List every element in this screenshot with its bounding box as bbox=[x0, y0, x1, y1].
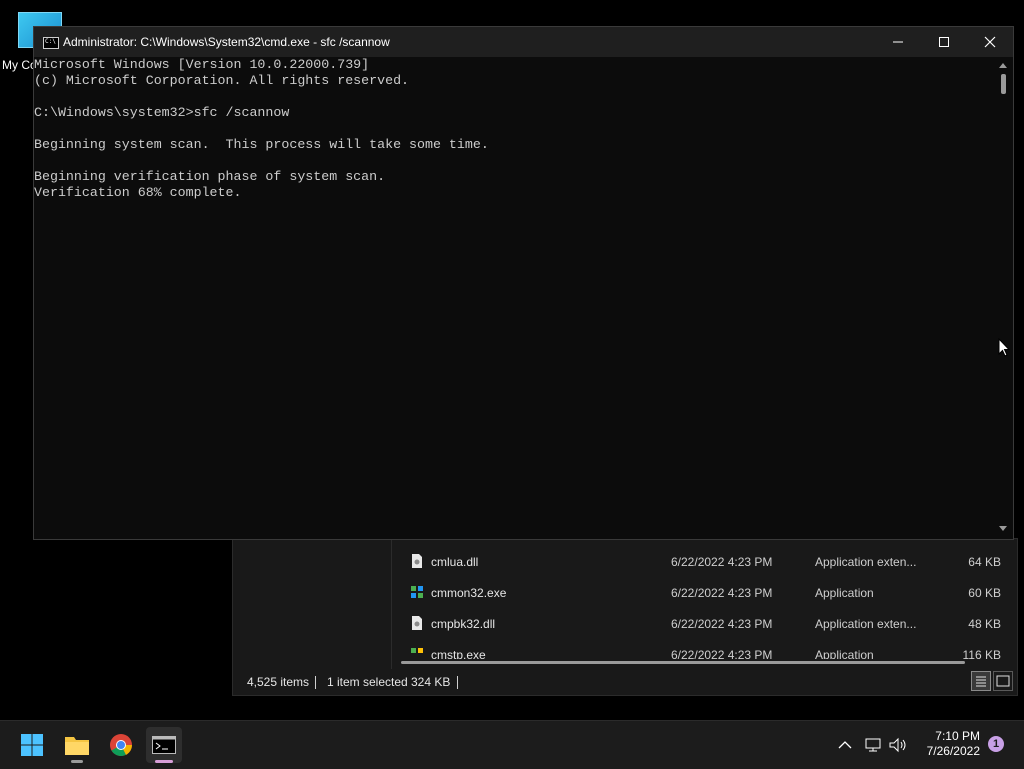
status-divider bbox=[315, 676, 316, 689]
file-type: Application exten... bbox=[815, 617, 917, 631]
file-type: Application bbox=[815, 586, 874, 600]
clock[interactable]: 7:10 PM 7/26/2022 bbox=[912, 729, 980, 759]
network-button[interactable] bbox=[862, 721, 884, 769]
file-row[interactable]: cmlua.dll 6/22/2022 4:23 PM Application … bbox=[393, 547, 1013, 578]
file-name: cmstp.exe bbox=[431, 648, 486, 659]
minimize-button[interactable] bbox=[875, 27, 921, 57]
console-line: Microsoft Windows [Version 10.0.22000.73… bbox=[34, 57, 370, 72]
file-name: cmpbk32.dll bbox=[431, 617, 496, 631]
cmd-window[interactable]: Administrator: C:\Windows\System32\cmd.e… bbox=[33, 26, 1014, 540]
terminal-taskbar-button[interactable] bbox=[146, 727, 182, 763]
large-icons-view-icon bbox=[996, 675, 1010, 687]
file-row[interactable]: cmpbk32.dll 6/22/2022 4:23 PM Applicatio… bbox=[393, 609, 1013, 640]
chevron-up-icon bbox=[838, 741, 852, 749]
cmd-icon bbox=[43, 37, 59, 49]
file-date: 6/22/2022 4:23 PM bbox=[671, 648, 773, 659]
dll-file-icon bbox=[412, 616, 422, 630]
window-title: Administrator: C:\Windows\System32\cmd.e… bbox=[63, 35, 390, 49]
status-divider bbox=[457, 676, 458, 689]
console-line: Verification 68% complete. bbox=[34, 185, 242, 200]
folder-icon bbox=[65, 737, 89, 755]
explorer-nav-pane bbox=[233, 539, 392, 669]
taskbar: 7:10 PM 7/26/2022 bbox=[0, 720, 1024, 769]
file-size: 64 KB bbox=[968, 555, 1001, 569]
speaker-icon bbox=[889, 737, 906, 753]
file-explorer-taskbar-button[interactable] bbox=[59, 727, 95, 763]
file-date: 6/22/2022 4:23 PM bbox=[671, 555, 773, 569]
desktop-icon-label: My Co bbox=[2, 58, 37, 72]
console-line: (c) Microsoft Corporation. All rights re… bbox=[34, 73, 410, 88]
file-name: cmmon32.exe bbox=[431, 586, 507, 600]
file-type: Application bbox=[815, 648, 874, 659]
selected-size: 324 KB bbox=[411, 675, 451, 689]
start-button[interactable] bbox=[14, 727, 50, 763]
clock-date: 7/26/2022 bbox=[926, 744, 980, 758]
file-date: 6/22/2022 4:23 PM bbox=[671, 617, 773, 631]
file-size: 60 KB bbox=[968, 586, 1001, 600]
explorer-horizontal-scrollbar[interactable] bbox=[401, 661, 965, 664]
item-count: 4,525 items bbox=[247, 675, 310, 689]
clock-time: 7:10 PM bbox=[935, 729, 980, 743]
close-icon bbox=[984, 36, 996, 48]
large-icons-view-button[interactable] bbox=[993, 671, 1013, 691]
details-view-icon bbox=[976, 676, 986, 687]
network-icon bbox=[865, 738, 881, 752]
active-indicator bbox=[155, 760, 173, 763]
console-output[interactable]: Microsoft Windows [Version 10.0.22000.73… bbox=[34, 57, 994, 537]
selected-count: 1 item selected bbox=[327, 675, 408, 689]
file-date: 6/22/2022 4:23 PM bbox=[671, 586, 773, 600]
cmd-titlebar[interactable]: Administrator: C:\Windows\System32\cmd.e… bbox=[34, 27, 1013, 57]
dll-file-icon bbox=[412, 554, 422, 568]
explorer-file-list: cmlua.dll 6/22/2022 4:23 PM Application … bbox=[393, 547, 1013, 659]
file-explorer-window: cmlua.dll 6/22/2022 4:23 PM Application … bbox=[232, 538, 1018, 696]
chrome-taskbar-button[interactable] bbox=[103, 727, 139, 763]
maximize-icon bbox=[939, 37, 949, 47]
file-row[interactable]: cmmon32.exe 6/22/2022 4:23 PM Applicatio… bbox=[393, 578, 1013, 609]
mouse-cursor-icon bbox=[998, 338, 1010, 357]
scroll-up-arrow-icon[interactable] bbox=[999, 63, 1007, 68]
console-line: Beginning verification phase of system s… bbox=[34, 169, 386, 184]
scroll-thumb[interactable] bbox=[1001, 74, 1006, 94]
cmd-icon bbox=[152, 736, 176, 754]
file-name: cmlua.dll bbox=[431, 555, 479, 569]
running-indicator bbox=[71, 760, 83, 763]
show-hidden-icons-button[interactable] bbox=[834, 721, 856, 769]
minimize-icon bbox=[893, 41, 903, 43]
explorer-status-bar: 4,525 items 1 item selected 324 KB bbox=[233, 669, 1017, 695]
file-type: Application exten... bbox=[815, 555, 917, 569]
volume-button[interactable] bbox=[887, 721, 909, 769]
file-size: 116 KB bbox=[962, 648, 1001, 659]
exe-file-icon bbox=[411, 648, 423, 653]
console-line: C:\Windows\system32>sfc /scannow bbox=[34, 105, 290, 120]
notification-badge[interactable]: 1 bbox=[988, 736, 1004, 752]
exe-file-icon bbox=[411, 586, 423, 598]
details-view-button[interactable] bbox=[971, 671, 991, 691]
file-size: 48 KB bbox=[968, 617, 1001, 631]
scroll-down-arrow-icon[interactable] bbox=[999, 526, 1007, 531]
chrome-icon bbox=[110, 734, 132, 756]
windows-logo-icon bbox=[21, 734, 43, 756]
console-vertical-scrollbar[interactable] bbox=[994, 57, 1013, 537]
file-row[interactable]: cmstp.exe 6/22/2022 4:23 PM Application … bbox=[393, 640, 1013, 659]
close-button[interactable] bbox=[967, 27, 1013, 57]
console-line: Beginning system scan. This process will… bbox=[34, 137, 489, 152]
maximize-button[interactable] bbox=[921, 27, 967, 57]
